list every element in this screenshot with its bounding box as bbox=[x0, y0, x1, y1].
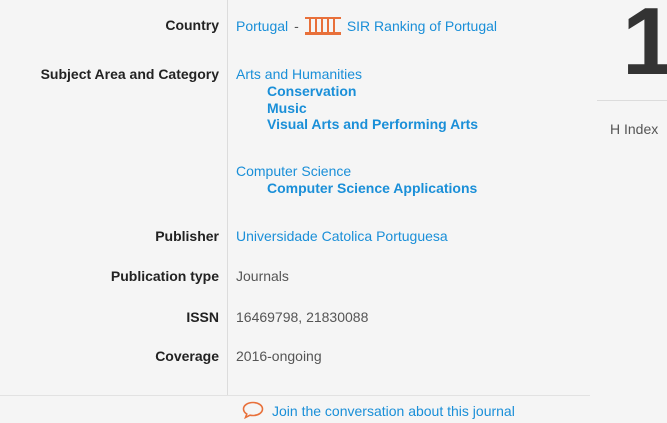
publisher-label: Publisher bbox=[155, 228, 219, 244]
issn-value: 16469798, 21830088 bbox=[236, 309, 369, 325]
h-index-value: 1 bbox=[622, 0, 667, 95]
hindex-divider bbox=[597, 100, 667, 101]
coverage-value: 2016-ongoing bbox=[236, 348, 322, 364]
category-link[interactable]: Computer Science Applications bbox=[267, 180, 477, 196]
join-conversation-link[interactable]: Join the conversation about this journal bbox=[242, 401, 515, 422]
country-link[interactable]: Portugal bbox=[236, 18, 288, 34]
publication-type-label: Publication type bbox=[110, 268, 219, 284]
publisher-link[interactable]: Universidade Catolica Portuguesa bbox=[236, 228, 448, 244]
column-divider bbox=[227, 0, 228, 395]
category-link[interactable]: Conservation bbox=[267, 83, 356, 99]
coverage-label: Coverage bbox=[155, 348, 219, 364]
join-conversation-text: Join the conversation about this journal bbox=[272, 403, 515, 419]
country-row: Portugal - SIR Ranking of Portugal bbox=[236, 17, 497, 38]
subject-area-label: Subject Area and Category bbox=[40, 66, 219, 82]
sir-ranking-link[interactable]: SIR Ranking of Portugal bbox=[347, 18, 497, 34]
sir-ranking-icon[interactable] bbox=[304, 17, 341, 38]
publication-type-value: Journals bbox=[236, 268, 289, 284]
subject-area-link[interactable]: Arts and Humanities bbox=[236, 66, 362, 82]
bottom-divider bbox=[0, 395, 590, 396]
issn-label: ISSN bbox=[186, 309, 219, 325]
h-index-label: H Index bbox=[610, 121, 659, 137]
country-label: Country bbox=[165, 17, 219, 33]
speech-bubble-icon bbox=[242, 401, 264, 422]
journal-info-panel: Country Portugal - SIR Ranking of Portuga… bbox=[0, 0, 667, 423]
category-link[interactable]: Visual Arts and Performing Arts bbox=[267, 116, 478, 132]
country-separator: - bbox=[294, 18, 299, 34]
subject-area-link[interactable]: Computer Science bbox=[236, 163, 351, 179]
category-link[interactable]: Music bbox=[267, 100, 307, 116]
